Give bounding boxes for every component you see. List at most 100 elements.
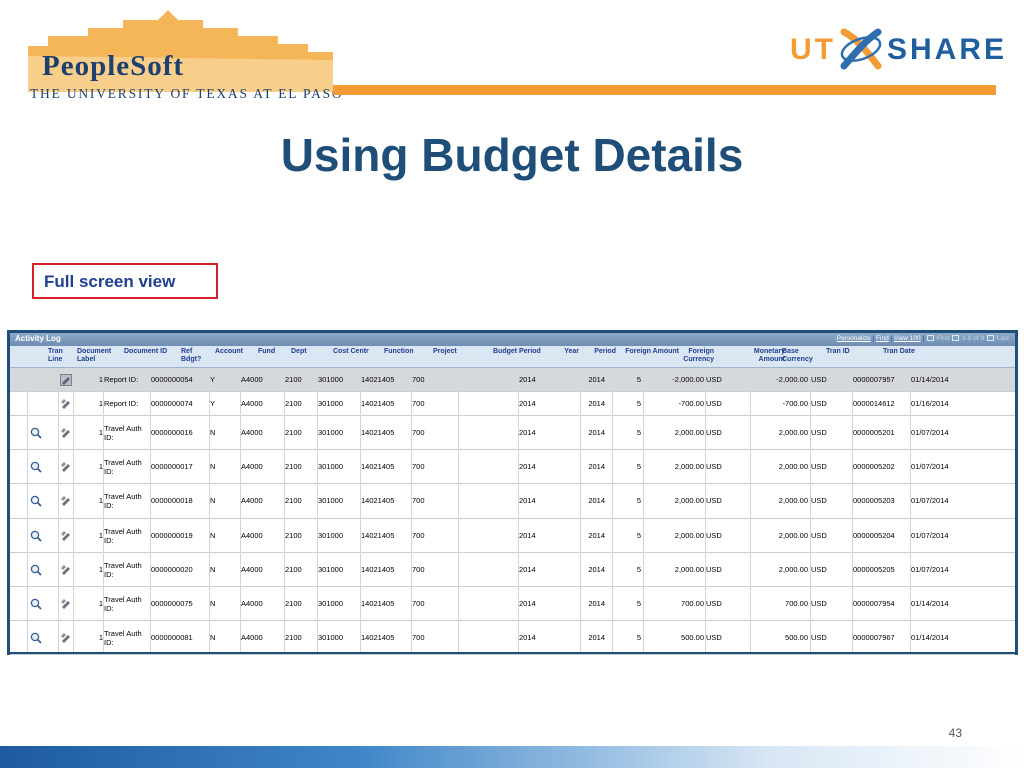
download-icon[interactable] <box>926 335 934 342</box>
column-header[interactable]: Period <box>590 348 616 356</box>
column-header[interactable]: Foreign Currency <box>678 348 714 364</box>
edit-detail-icon[interactable] <box>60 374 72 386</box>
prev-icon[interactable] <box>952 335 960 342</box>
cell-function: 700 <box>412 564 425 574</box>
column-header[interactable]: Tran Line <box>48 348 76 364</box>
grid-divider <box>612 368 613 652</box>
cell-fund: 2100 <box>285 496 302 506</box>
cell-cost: 14021405 <box>361 399 395 408</box>
cell-ref: N <box>210 496 216 506</box>
cell-cost: 14021405 <box>361 633 395 643</box>
cell-foreign-currency: USD <box>706 599 722 609</box>
cell-cost: 14021405 <box>361 599 395 609</box>
grid-divider <box>910 368 911 652</box>
cell-ref: Y <box>210 399 216 408</box>
drilldown-magnifier-icon[interactable] <box>30 598 42 610</box>
table-row[interactable]: 1 Travel Auth ID: 0000000016 N A4000 2100 3010… <box>10 416 1015 451</box>
table-row[interactable]: 1 Travel Auth ID: 0000000081 N A4000 2100 3010… <box>10 621 1015 656</box>
find-link[interactable]: Find <box>876 335 889 342</box>
column-header[interactable]: Year <box>559 348 579 356</box>
grid-title-bar: Activity Log Personalize | Find | View 1… <box>10 333 1015 346</box>
cell-tran-id: 0000014612 <box>853 399 895 408</box>
table-row[interactable]: 1 Travel Auth ID: 0000000020 N A4000 2100 3010… <box>10 553 1015 587</box>
page-number: 43 <box>948 726 962 740</box>
edit-detail-icon[interactable] <box>60 398 72 410</box>
cell-tran-id: 0000007967 <box>853 633 895 643</box>
edit-detail-icon[interactable] <box>60 461 72 473</box>
first-link[interactable]: First <box>937 335 950 342</box>
drilldown-magnifier-icon[interactable] <box>30 427 42 439</box>
edit-detail-icon[interactable] <box>60 564 72 576</box>
drilldown-magnifier-icon[interactable] <box>30 461 42 473</box>
column-header[interactable]: Tran ID <box>826 348 862 356</box>
cell-dept: 301000 <box>318 399 344 408</box>
table-row[interactable]: 1 Travel Auth ID: 0000000075 N A4000 2100 3010… <box>10 587 1015 622</box>
column-header[interactable]: Ref Bdgt? <box>181 348 207 364</box>
cell-budget-period: 2014 <box>519 399 536 408</box>
cell-monetary-amount: 500.00 <box>785 633 808 643</box>
cell-budget-period: 2014 <box>519 633 536 643</box>
edit-detail-icon[interactable] <box>60 495 72 507</box>
cell-year: 2014 <box>588 599 605 609</box>
grid-divider <box>411 368 412 652</box>
cell-tran-id: 0000005202 <box>853 462 895 472</box>
column-header[interactable]: Document Label <box>77 348 119 364</box>
table-row[interactable]: 1 Report ID: 0000000074 Y A4000 2100 301000 140… <box>10 392 1015 416</box>
peoplesoft-wordmark: PeopleSoft <box>42 50 185 82</box>
cell-budget-period: 2014 <box>519 375 536 384</box>
edit-detail-icon[interactable] <box>60 530 72 542</box>
cell-label: Report ID: <box>104 399 139 408</box>
column-header[interactable]: Fund <box>258 348 282 356</box>
column-header[interactable]: Foreign Amount <box>619 348 679 356</box>
table-row[interactable]: 1 Travel Auth ID: 0000000019 N A4000 2100 3010… <box>10 519 1015 553</box>
column-header[interactable]: Cost Centr <box>333 348 377 356</box>
cell-function: 700 <box>412 633 425 643</box>
edit-detail-icon[interactable] <box>60 598 72 610</box>
cell-year: 2014 <box>588 530 605 540</box>
cell-fund: 2100 <box>285 399 302 408</box>
cell-period: 5 <box>636 375 641 384</box>
edit-detail-icon[interactable] <box>60 632 72 644</box>
drilldown-magnifier-icon[interactable] <box>30 564 42 576</box>
cell-doc-id: 0000000016 <box>151 428 193 438</box>
drilldown-magnifier-icon[interactable] <box>30 632 42 644</box>
column-header[interactable]: Account <box>215 348 247 356</box>
cell-account: A4000 <box>241 564 263 574</box>
cell-tran-line: 1 <box>98 399 103 408</box>
table-row[interactable]: 1 Travel Auth ID: 0000000018 N A4000 2100 3010… <box>10 484 1015 519</box>
column-header[interactable]: Dept <box>291 348 319 356</box>
column-header[interactable]: Project <box>433 348 465 356</box>
cell-label: Travel Auth ID: <box>104 526 142 545</box>
last-link[interactable]: Last <box>997 335 1009 342</box>
edit-detail-icon[interactable] <box>60 427 72 439</box>
university-name: THE UNIVERSITY OF TEXAS AT EL PASO <box>30 86 344 101</box>
grid-divider <box>810 368 811 652</box>
view-all-link[interactable]: View 100 <box>894 335 921 342</box>
table-row[interactable]: 1 Travel Auth ID: 0000000017 N A4000 2100 3010… <box>10 450 1015 485</box>
cell-year: 2014 <box>588 428 605 438</box>
grid-divider <box>580 368 581 652</box>
column-header[interactable]: Budget Period <box>493 348 551 356</box>
cell-foreign-amount: 2,000.00 <box>674 462 704 472</box>
cell-doc-id: 0000000075 <box>151 599 193 609</box>
cell-tran-id: 0000007957 <box>853 375 895 384</box>
cell-monetary-amount: 2,000.00 <box>778 428 808 438</box>
cell-cost: 14021405 <box>361 375 395 384</box>
cell-account: A4000 <box>241 599 263 609</box>
cell-budget-period: 2014 <box>519 564 536 574</box>
personalize-link[interactable]: Personalize <box>837 335 871 342</box>
drilldown-magnifier-icon[interactable] <box>30 530 42 542</box>
column-header[interactable]: Tran Date <box>883 348 923 356</box>
cell-ref: N <box>210 564 216 574</box>
cell-monetary-amount: 2,000.00 <box>778 496 808 506</box>
cell-account: A4000 <box>241 399 263 408</box>
grid-divider <box>705 368 706 652</box>
drilldown-magnifier-icon[interactable] <box>30 495 42 508</box>
table-row[interactable]: 1 Report ID: 0000000054 Y A4000 2100 301000 140… <box>10 368 1015 392</box>
column-header[interactable]: Function <box>384 348 418 356</box>
column-header[interactable]: Document ID <box>124 348 174 356</box>
column-header[interactable]: Base Currency <box>782 348 816 364</box>
column-header[interactable]: Monetary Amount <box>743 348 785 364</box>
cell-function: 700 <box>412 599 425 609</box>
next-icon[interactable] <box>986 335 994 342</box>
